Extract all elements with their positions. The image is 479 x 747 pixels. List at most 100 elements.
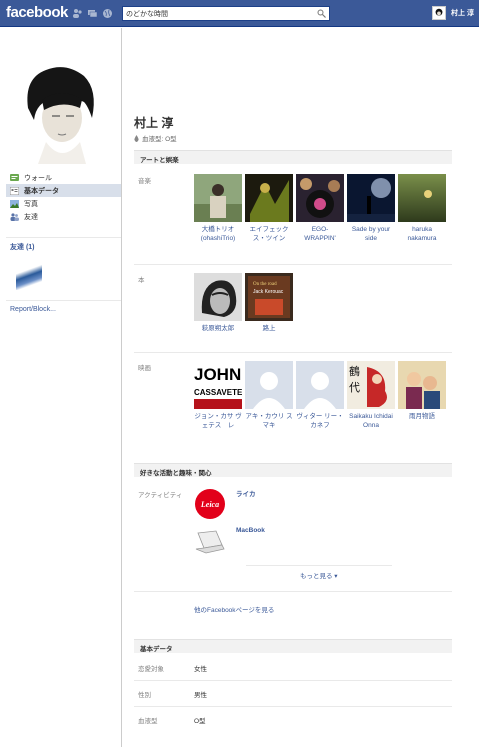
book-image: On the road Jack Kerouac: [245, 273, 293, 321]
book-tile[interactable]: On the road Jack Kerouac 路上: [245, 273, 293, 333]
movie-tile[interactable]: 鶴代 Saikaku Ichidai Onna: [347, 361, 395, 430]
activities-label: アクティビティ: [138, 492, 183, 499]
sidebar-item-photos[interactable]: 写真: [6, 197, 121, 210]
music-tile[interactable]: エイフェック ス・ツイン: [245, 174, 293, 243]
movie-image: JOHN CASSAVETES: [194, 361, 242, 409]
movies-label: 映画: [138, 365, 151, 372]
sidebar-item-wall[interactable]: ウォール: [6, 171, 121, 184]
movie-tile[interactable]: ヴィター リー・カネフ: [296, 361, 344, 430]
music-image: [245, 174, 293, 222]
sidebar-item-label: 基本データ: [24, 187, 59, 195]
music-image: [347, 174, 395, 222]
other-pages-link[interactable]: 他のFacebookページを見る: [194, 604, 274, 614]
sidebar-item-label: 写真: [24, 200, 38, 208]
music-tile[interactable]: 大橋トリオ (ohashiTrio): [194, 174, 242, 243]
activity-item[interactable]: MacBook: [194, 527, 265, 559]
divider: [134, 264, 452, 265]
music-caption[interactable]: エイフェック ス・ツイン: [245, 225, 293, 243]
divider: [134, 591, 452, 592]
svg-text:代: 代: [349, 381, 360, 394]
search-input[interactable]: [123, 7, 313, 20]
info-icon: [10, 186, 19, 195]
movie-tile[interactable]: JOHN CASSAVETES ジョン・カサ ヴェテス レ: [194, 361, 242, 430]
movie-image: [398, 361, 446, 409]
section-heading-basic: 基本データ: [134, 639, 452, 653]
books-label: 本: [138, 277, 145, 284]
friends-heading[interactable]: 友達 (1): [10, 242, 35, 252]
avatar: [432, 6, 446, 20]
music-image: [296, 174, 344, 222]
book-tile[interactable]: 萩原朔太郎: [194, 273, 242, 333]
divider: [6, 300, 121, 301]
movie-caption[interactable]: アキ・カウリ スマキ: [245, 412, 293, 430]
activity-title[interactable]: ライカ: [236, 488, 256, 520]
svg-text:CASSAVETES: CASSAVETES: [194, 388, 242, 397]
basic-label-gender: 性別: [138, 692, 151, 699]
wall-icon: [10, 173, 19, 181]
svg-text:Jack Kerouac: Jack Kerouac: [253, 289, 284, 295]
divider: [134, 352, 452, 353]
basic-label-blood-type: 血液型: [138, 718, 158, 725]
section-heading-activities: 好きな活動と趣味・関心: [134, 463, 452, 477]
current-user[interactable]: 村上 淳: [432, 6, 474, 20]
music-caption[interactable]: 大橋トリオ (ohashiTrio): [194, 225, 242, 243]
leica-logo-icon: Leica: [195, 489, 225, 519]
basic-value-blood-type: O型: [194, 718, 206, 725]
book-caption[interactable]: 萩原朔太郎: [194, 324, 242, 333]
section-heading-arts: アートと娯楽: [134, 150, 452, 164]
profile-name: 村上 淳: [134, 116, 174, 130]
movie-caption[interactable]: 雨月物語: [398, 412, 446, 421]
top-bar: facebook 村上 淳: [0, 0, 479, 27]
basic-value-interested-in: 女性: [194, 666, 207, 673]
movie-image: 鶴代: [347, 361, 395, 409]
sidebar-item-friends[interactable]: 友達: [6, 210, 121, 223]
user-name[interactable]: 村上 淳: [451, 8, 474, 18]
divider: [134, 680, 452, 681]
messages-icon[interactable]: [87, 8, 98, 19]
book-image: [194, 273, 242, 321]
sidebar-item-label: ウォール: [24, 174, 52, 182]
music-caption[interactable]: haruka nakamura: [398, 225, 446, 243]
movie-image: [245, 361, 293, 409]
movie-caption[interactable]: ヴィター リー・カネフ: [296, 412, 344, 430]
book-caption[interactable]: 路上: [245, 324, 293, 333]
search-box: [122, 6, 330, 21]
divider: [134, 706, 452, 707]
music-caption[interactable]: Sade by your side: [347, 225, 395, 243]
movie-caption[interactable]: ジョン・カサ ヴェテス レ: [194, 412, 242, 430]
movie-tile[interactable]: 雨月物語: [398, 361, 446, 421]
svg-text:JOHN: JOHN: [194, 365, 241, 384]
show-more-link[interactable]: もっと見る ▾: [300, 570, 338, 580]
report-block-link[interactable]: Report/Block...: [10, 306, 56, 313]
friend-requests-icon[interactable]: [72, 8, 83, 19]
sidebar-item-info[interactable]: 基本データ: [6, 184, 121, 197]
music-tile[interactable]: Sade by your side: [347, 174, 395, 243]
blood-type: 血液型: O型: [142, 136, 177, 143]
macbook-icon: [195, 530, 225, 554]
divider: [246, 565, 392, 566]
notifications-globe-icon[interactable]: [102, 8, 113, 19]
divider: [6, 237, 121, 238]
svg-text:鶴: 鶴: [349, 364, 360, 378]
activity-item[interactable]: Leica ライカ: [194, 488, 256, 520]
svg-text:On the road: On the road: [253, 282, 277, 287]
drop-icon: [134, 134, 139, 142]
search-icon[interactable]: [317, 9, 326, 18]
movie-caption[interactable]: Saikaku Ichidai Onna: [347, 412, 395, 430]
friend-thumbnail[interactable]: [16, 257, 42, 290]
blood-type-line: 血液型: O型: [134, 133, 177, 143]
profile-nav: ウォール 基本データ 写真 友達: [6, 171, 121, 223]
profile-picture[interactable]: [6, 38, 114, 164]
basic-value-gender: 男性: [194, 692, 207, 699]
music-tile[interactable]: haruka nakamura: [398, 174, 446, 243]
music-tile[interactable]: EGO-WRAPPIN': [296, 174, 344, 243]
movie-tile[interactable]: アキ・カウリ スマキ: [245, 361, 293, 430]
sidebar-item-label: 友達: [24, 213, 38, 221]
music-caption[interactable]: EGO-WRAPPIN': [296, 225, 344, 243]
music-image: [194, 174, 242, 222]
activity-title[interactable]: MacBook: [236, 527, 265, 559]
friends-icon: [10, 212, 19, 221]
svg-text:Leica: Leica: [200, 500, 219, 509]
music-image: [398, 174, 446, 222]
facebook-logo[interactable]: facebook: [6, 4, 68, 21]
